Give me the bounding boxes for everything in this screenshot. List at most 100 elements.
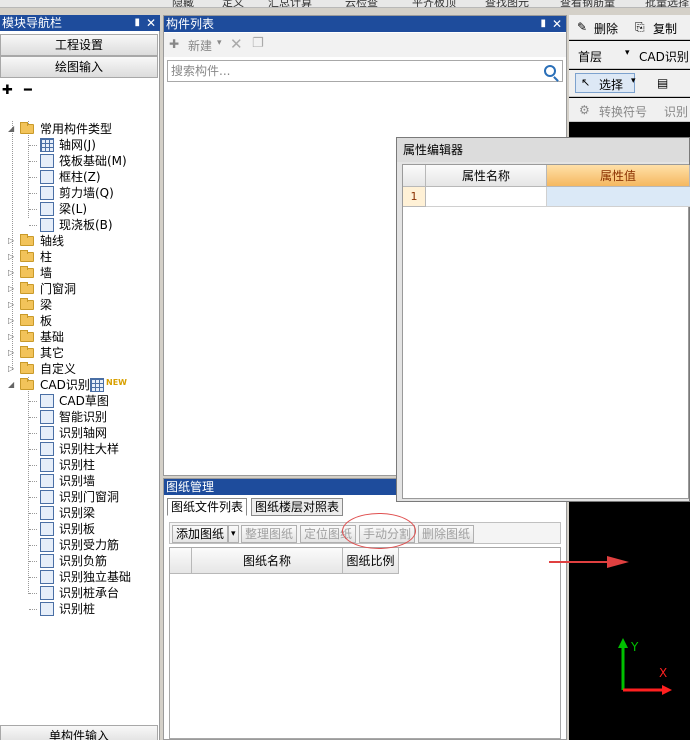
tree-item-common[interactable]: 筏板基础(M) [38, 153, 158, 169]
hide-button[interactable]: 隐藏 [172, 0, 194, 7]
layer-icon[interactable]: ▤ [657, 76, 668, 90]
tree-line [29, 609, 37, 610]
tree-item-cad[interactable]: 识别独立基础 [38, 569, 158, 585]
select-dropdown-icon[interactable]: ▾ [631, 76, 636, 86]
delete-drawing-button[interactable]: 删除图纸 [418, 525, 475, 543]
find-element-button[interactable]: 查找图元 [485, 0, 529, 7]
tree-item-cad[interactable]: 识别负筋 [38, 553, 158, 569]
delete-icon[interactable]: ✕ [230, 35, 243, 53]
expand-icon[interactable]: ▷ [8, 365, 16, 373]
new-button[interactable]: 新建 [188, 37, 212, 54]
tree-folder[interactable]: ▷ 墙 [8, 265, 158, 281]
tree-item-common[interactable]: 框柱(Z) [38, 169, 158, 185]
expand-icon[interactable]: ▷ [8, 269, 16, 277]
dropdown-icon[interactable]: ▾ [217, 38, 222, 48]
tree-line [29, 497, 37, 498]
expand-icon[interactable]: ▷ [8, 333, 16, 341]
cad-tool-icon [40, 410, 54, 424]
collapse-icon[interactable]: ◢ [8, 381, 16, 389]
search-icon[interactable] [544, 65, 556, 77]
tree-item-cad[interactable]: 识别轴网 [38, 425, 158, 441]
tree-item-cad[interactable]: 智能识别 [38, 409, 158, 425]
search-input[interactable]: 搜索构件... [167, 60, 563, 82]
property-name-cell[interactable] [426, 187, 547, 207]
expand-icon[interactable]: ▷ [8, 237, 16, 245]
collapse-icon[interactable]: ◢ [8, 125, 16, 133]
tree-item-cad[interactable]: 识别门窗洞 [38, 489, 158, 505]
tree-item-cad[interactable]: 识别柱 [38, 457, 158, 473]
expand-icon[interactable]: ▷ [8, 349, 16, 357]
expand-icon[interactable]: ▷ [8, 301, 16, 309]
tab-drawing-file-list[interactable]: 图纸文件列表 [167, 498, 248, 516]
organize-drawing-button[interactable]: 整理图纸 [241, 525, 298, 543]
tree-item-common[interactable]: 梁(L) [38, 201, 158, 217]
tree-folder[interactable]: ▷ 柱 [8, 249, 158, 265]
folder-icon [20, 314, 34, 326]
tree-item-cad[interactable]: 识别桩 [38, 601, 158, 617]
expand-all-icon[interactable]: ✚ [2, 83, 13, 98]
component-list-title: 构件列表 ▮ ✕ [164, 16, 566, 32]
property-value-cell[interactable] [547, 187, 690, 207]
cloud-check-button[interactable]: 云检查 [345, 0, 378, 7]
tree-folder[interactable]: ▷ 板 [8, 313, 158, 329]
tree-folder[interactable]: ▷ 梁 [8, 297, 158, 313]
column-header-property-name[interactable]: 属性名称 [426, 165, 547, 187]
pin-icon[interactable]: ▮ [540, 16, 546, 32]
tree-item-cad[interactable]: 识别梁 [38, 505, 158, 521]
column-header-drawing-name[interactable]: 图纸名称 [192, 548, 343, 574]
collapse-all-icon[interactable]: ━ [24, 83, 32, 98]
close-icon[interactable]: ✕ [146, 15, 156, 31]
tree-folder-cad[interactable]: ◢ CAD识别 NEW [8, 377, 158, 393]
top-toolbar: 隐藏 定义 汇总计算 云检查 平齐板顶 查找图元 查看钢筋量 批量选择 [0, 0, 690, 8]
folder-icon [20, 378, 34, 390]
tree-item-common[interactable]: 现浇板(B) [38, 217, 158, 233]
tree-folder[interactable]: ▷ 轴线 [8, 233, 158, 249]
add-drawing-dropdown-icon[interactable]: ▾ [228, 525, 239, 543]
expand-icon[interactable]: ▷ [8, 285, 16, 293]
flush-slab-top-button[interactable]: 平齐板顶 [412, 0, 456, 7]
recognize-button[interactable]: 识别 [664, 103, 688, 120]
draw-input-button[interactable]: 绘图输入 [0, 56, 158, 78]
add-drawing-button[interactable]: 添加图纸 [172, 525, 229, 543]
batch-select-button[interactable]: 批量选择 [645, 0, 689, 7]
define-button[interactable]: 定义 [222, 0, 244, 7]
column-header-drawing-scale[interactable]: 图纸比例 [343, 548, 399, 574]
tree-folder[interactable]: ▷ 基础 [8, 329, 158, 345]
pin-icon[interactable]: ▮ [134, 15, 140, 31]
close-icon[interactable]: ✕ [552, 16, 562, 32]
single-component-input-button[interactable]: 单构件输入 [0, 725, 158, 740]
tree-folder[interactable]: ▷ 自定义 [8, 361, 158, 377]
select-button[interactable]: 选择 [599, 76, 623, 93]
project-settings-button[interactable]: 工程设置 [0, 34, 158, 56]
tree-folder-common[interactable]: ◢ 常用构件类型 [8, 121, 158, 137]
summary-calc-button[interactable]: 汇总计算 [268, 0, 312, 7]
tree-item-cad[interactable]: 识别板 [38, 521, 158, 537]
tree-item-cad[interactable]: 识别柱大样 [38, 441, 158, 457]
column-header-property-value[interactable]: 属性值 [547, 165, 690, 187]
tree-item-cad[interactable]: CAD草图 [38, 393, 158, 409]
view-rebar-button[interactable]: 查看钢筋量 [560, 0, 615, 7]
cad-recognize-select[interactable]: CAD识别 [639, 48, 689, 65]
tree-line [29, 545, 37, 546]
delete-button[interactable]: 删除 [594, 20, 618, 37]
expand-icon[interactable]: ▷ [8, 253, 16, 261]
tree-item-common[interactable]: 剪力墙(Q) [38, 185, 158, 201]
copy-icon[interactable]: ❐ [252, 36, 264, 51]
tree-item-common[interactable]: 轴网(J) [38, 137, 158, 153]
tab-floor-mapping[interactable]: 图纸楼层对照表 [251, 498, 344, 516]
tree-folder[interactable]: ▷ 其它 [8, 345, 158, 361]
floor-dropdown-icon[interactable]: ▾ [625, 48, 630, 58]
convert-symbol-button[interactable]: 转换符号 [599, 103, 647, 120]
cad-tool-icon [40, 570, 54, 584]
cad-tool-icon [40, 538, 54, 552]
right-toolbar-row-2: 首层 ▾ CAD识别 [569, 41, 690, 69]
tree-item-cad[interactable]: 识别墙 [38, 473, 158, 489]
expand-icon[interactable]: ▷ [8, 317, 16, 325]
delete-pen-icon: ✎ [577, 20, 588, 34]
tree-item-cad[interactable]: 识别桩承台 [38, 585, 158, 601]
copy-button[interactable]: 复制 [653, 20, 677, 37]
tree-folder[interactable]: ▷ 门窗洞 [8, 281, 158, 297]
tree-item-cad[interactable]: 识别受力筋 [38, 537, 158, 553]
floor-select[interactable]: 首层 [578, 48, 602, 65]
tree-line [29, 401, 37, 402]
